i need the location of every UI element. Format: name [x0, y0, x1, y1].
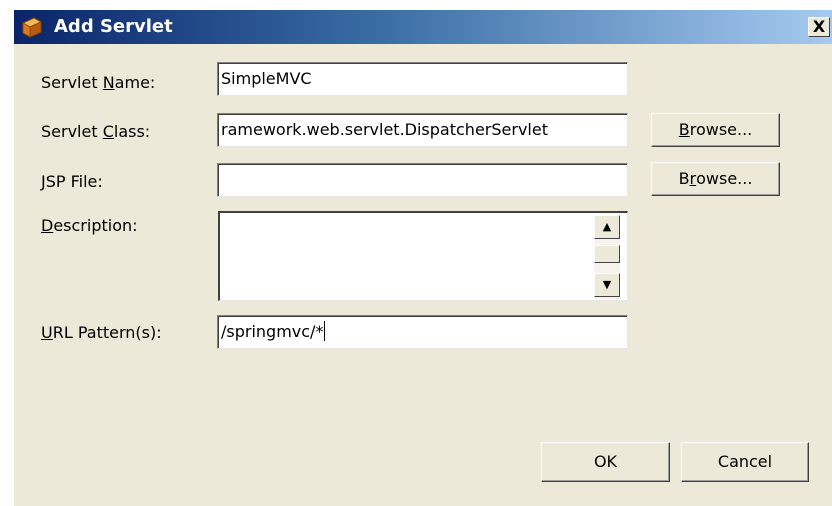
title-bar[interactable]: Add Servlet X: [14, 10, 832, 44]
close-button[interactable]: X: [808, 17, 830, 37]
jsp-file-field[interactable]: [217, 163, 628, 197]
close-icon: X: [812, 17, 826, 36]
servlet-class-label: Servlet Class:: [41, 122, 151, 141]
servlet-class-field[interactable]: ramework.web.servlet.DispatcherServlet: [217, 113, 628, 147]
ok-button[interactable]: OK: [541, 442, 670, 482]
dialog-title: Add Servlet: [54, 16, 173, 37]
servlet-name-field[interactable]: SimpleMVC: [217, 62, 628, 96]
description-scrollbar[interactable]: ▲ ▼: [594, 215, 620, 299]
scroll-thumb[interactable]: [594, 245, 620, 263]
description-textarea[interactable]: ▲ ▼: [218, 211, 628, 301]
jsp-file-label: JSP File:: [41, 172, 103, 191]
url-pattern-field[interactable]: /springmvc/*: [217, 315, 628, 349]
description-label: Description:: [41, 216, 138, 235]
text-caret: [324, 321, 326, 341]
scroll-down-button[interactable]: ▼: [594, 273, 620, 297]
url-pattern-label: URL Pattern(s):: [41, 323, 162, 342]
cancel-button[interactable]: Cancel: [681, 442, 809, 482]
servlet-name-label: Servlet Name:: [41, 73, 156, 92]
add-servlet-dialog: Add Servlet X Servlet Name: SimpleMVC Se…: [13, 10, 832, 506]
arrow-down-icon: ▼: [602, 278, 612, 291]
browse-class-button[interactable]: Browse...: [651, 113, 780, 147]
folder-box-icon: [21, 17, 43, 38]
browse-jsp-button[interactable]: Browse...: [651, 162, 780, 196]
arrow-up-icon: ▲: [602, 220, 612, 233]
scroll-up-button[interactable]: ▲: [594, 215, 620, 239]
